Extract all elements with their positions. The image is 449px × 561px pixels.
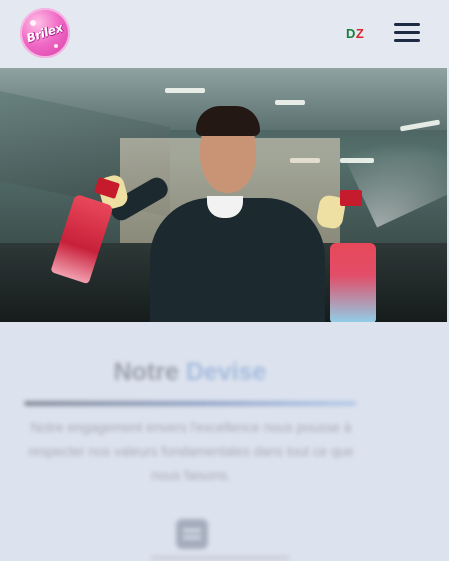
title-underline <box>24 401 357 406</box>
section-title-accent: Devise <box>185 358 267 386</box>
logo-sparkle <box>54 44 58 48</box>
logo-sparkle <box>30 20 36 26</box>
section-description: Notre engagement envers l'excellence nou… <box>28 420 354 483</box>
feature-label-placeholder <box>150 555 290 561</box>
chef-hair <box>196 106 260 136</box>
chef-body <box>150 198 325 322</box>
site-header: Brilex DZ <box>0 0 449 68</box>
region-selector[interactable]: DZ <box>346 26 364 41</box>
card-icon <box>176 519 208 549</box>
values-section: Notre Devise Notre engagement envers l'e… <box>0 322 449 561</box>
section-title: Notre Devise <box>0 358 380 387</box>
hero-image <box>0 68 447 322</box>
ceiling-light <box>275 100 305 105</box>
brilex-logo[interactable]: Brilex <box>20 8 70 58</box>
region-letter-d: D <box>346 26 356 41</box>
section-title-main: Notre <box>113 358 179 386</box>
right-bottle-nozzle <box>340 190 362 206</box>
hamburger-menu-icon[interactable] <box>394 23 422 43</box>
ceiling-light <box>165 88 205 93</box>
right-spray-bottle <box>330 243 376 322</box>
region-letter-z: Z <box>355 26 365 41</box>
